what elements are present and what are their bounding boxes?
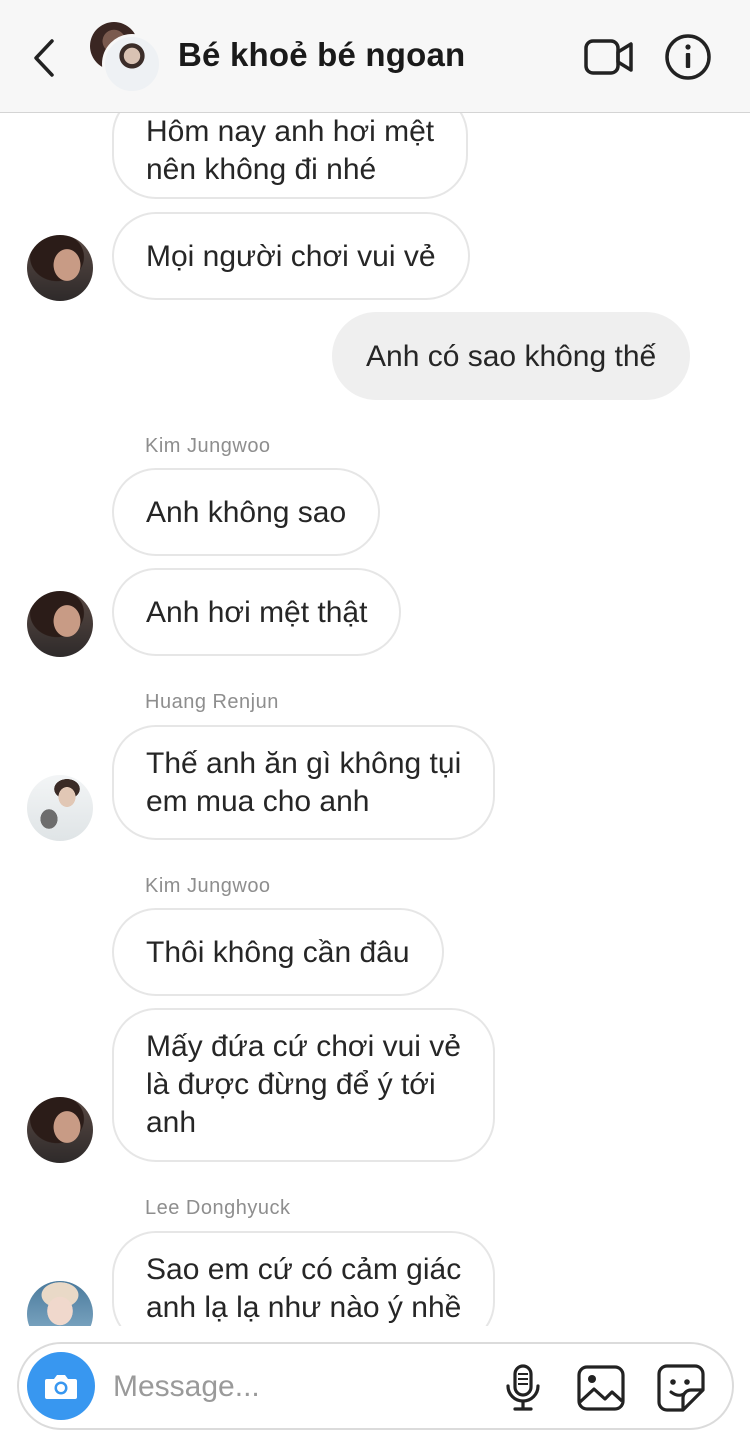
- message-bubble[interactable]: Anh hơi mệt thật: [112, 568, 402, 656]
- sender-avatar[interactable]: [27, 591, 93, 657]
- message-bubble[interactable]: Sao em cứ có cảm giác anh lạ lạ như nào …: [112, 1231, 496, 1326]
- message-bubble[interactable]: Hôm nay anh hơi mệt nên không đi nhé: [112, 113, 469, 199]
- chat-header: Bé khoẻ bé ngoan: [0, 0, 750, 113]
- outgoing-message-bubble[interactable]: Anh có sao không thế: [332, 312, 691, 400]
- camera-icon: [45, 1375, 77, 1399]
- message-bubble[interactable]: Mấy đứa cứ chơi vui vẻ là được đừng để ý…: [112, 1008, 495, 1162]
- message-text: Hôm nay anh hơi mệt nên không đi nhé: [146, 115, 435, 186]
- message-text: Mọi người chơi vui vẻ: [146, 240, 436, 273]
- group-avatar[interactable]: [90, 22, 162, 94]
- camera-button[interactable]: [27, 1352, 95, 1420]
- info-icon[interactable]: [664, 34, 714, 80]
- message-text: Thôi không cần đâu: [146, 936, 410, 969]
- sender-avatar[interactable]: [27, 1281, 93, 1326]
- message-text: Mấy đứa cứ chơi vui vẻ là được đừng để ý…: [146, 1030, 461, 1139]
- microphone-icon[interactable]: [497, 1362, 549, 1414]
- message-bubble[interactable]: Mọi người chơi vui vẻ: [112, 212, 470, 300]
- message-text: Sao em cứ có cảm giác anh lạ lạ như nào …: [146, 1253, 462, 1324]
- sender-avatar[interactable]: [27, 235, 93, 301]
- message-text: Anh không sao: [146, 496, 347, 529]
- message-list[interactable]: Hôm nay anh hơi mệt nên không đi nhé Mọi…: [0, 113, 750, 1326]
- message-text: Anh có sao không thế: [366, 340, 657, 373]
- message-composer: [17, 1342, 734, 1430]
- message-bubble[interactable]: Anh không sao: [112, 468, 381, 556]
- message-bubble[interactable]: Thôi không cần đâu: [112, 908, 444, 996]
- group-avatar-front: [102, 34, 162, 94]
- message-text: Anh hơi mệt thật: [146, 596, 368, 629]
- message-text: Thế anh ăn gì không tụi em mua cho anh: [146, 747, 462, 818]
- sender-name: Kim Jungwoo: [145, 435, 271, 457]
- video-camera-icon[interactable]: [584, 34, 634, 80]
- sender-avatar[interactable]: [27, 775, 93, 841]
- sticker-icon[interactable]: [655, 1362, 707, 1414]
- back-chevron-icon[interactable]: [28, 36, 68, 80]
- sender-name: Lee Donghyuck: [145, 1197, 291, 1219]
- sender-name: Kim Jungwoo: [145, 875, 271, 897]
- sender-name: Huang Renjun: [145, 691, 279, 713]
- message-bubble[interactable]: Thế anh ăn gì không tụi em mua cho anh: [112, 725, 496, 840]
- chat-title[interactable]: Bé khoẻ bé ngoan: [178, 36, 465, 74]
- message-input[interactable]: [111, 1364, 485, 1410]
- image-icon[interactable]: [575, 1362, 627, 1414]
- sender-avatar[interactable]: [27, 1097, 93, 1163]
